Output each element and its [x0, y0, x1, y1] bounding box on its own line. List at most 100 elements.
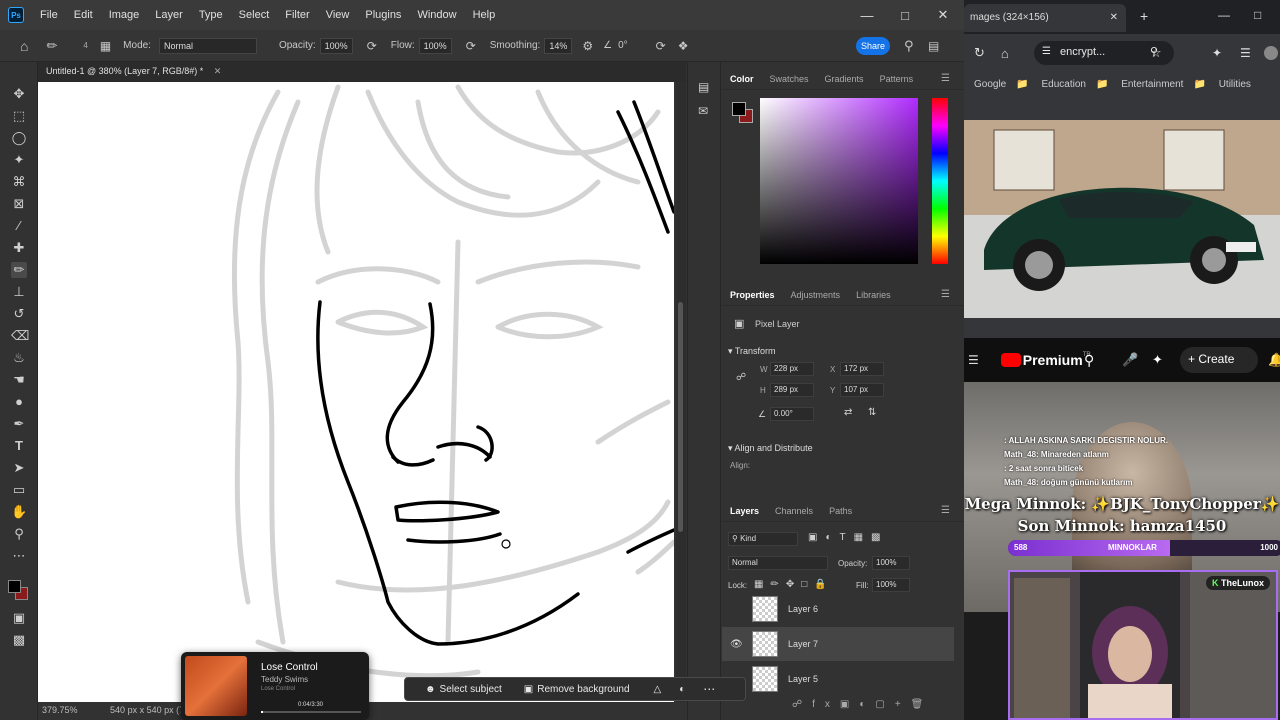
- pen-tool-icon[interactable]: ✒: [11, 416, 27, 432]
- tab-swatches[interactable]: Swatches: [762, 74, 817, 84]
- comments-panel-icon[interactable]: ✉: [698, 104, 708, 118]
- hand-tool-icon[interactable]: ✋: [11, 504, 27, 520]
- tab-gradients[interactable]: Gradients: [817, 74, 872, 84]
- bookmark-folder-utilities[interactable]: 📁 Utilities: [1193, 79, 1250, 90]
- transform-icon[interactable]: △: [654, 684, 662, 695]
- canvas-scrollbar-thumb[interactable]: [678, 302, 683, 532]
- pressure-size-icon[interactable]: ⟳: [656, 39, 666, 53]
- more-tools-icon[interactable]: ⋯: [11, 548, 27, 564]
- menu-window[interactable]: Window: [409, 9, 464, 21]
- layer-row-selected[interactable]: 👁 Layer 7: [722, 627, 954, 661]
- workspace-icon[interactable]: ▤: [928, 39, 939, 53]
- eraser-tool-icon[interactable]: ⌫: [11, 328, 29, 344]
- history-brush-tool-icon[interactable]: ↺: [11, 306, 27, 322]
- healing-brush-tool-icon[interactable]: ✚: [11, 240, 27, 256]
- bookmark-google[interactable]: Google: [974, 79, 1006, 90]
- smudge-tool-icon[interactable]: ☚: [11, 372, 27, 388]
- create-button[interactable]: + Create: [1180, 347, 1258, 373]
- select-subject-button[interactable]: Select subject: [440, 684, 502, 695]
- car-image[interactable]: [964, 120, 1280, 318]
- microphone-icon[interactable]: 🎤: [1122, 352, 1138, 368]
- smoothing-input[interactable]: 14%: [544, 37, 573, 54]
- zoom-level[interactable]: 379.75%: [42, 705, 78, 715]
- tab-libraries[interactable]: Libraries: [848, 290, 899, 300]
- layer-actions-bar[interactable]: ☍fx▣◐▢+🗑: [792, 699, 933, 710]
- browser-tab[interactable]: mages (324×156) ✕: [964, 4, 1126, 32]
- brush-panel-icon[interactable]: ▦: [100, 39, 111, 53]
- adjust-icon[interactable]: ◐: [679, 684, 685, 695]
- layer-opacity-input[interactable]: 100%: [872, 556, 910, 570]
- hamburger-icon[interactable]: ☰: [968, 353, 979, 367]
- gear-icon[interactable]: ⚙: [582, 39, 593, 53]
- minimize-icon[interactable]: —: [848, 0, 886, 30]
- minimize-icon[interactable]: —: [1218, 8, 1230, 22]
- reading-list-icon[interactable]: ☰: [1240, 46, 1251, 60]
- menu-filter[interactable]: Filter: [277, 9, 317, 21]
- tab-patterns[interactable]: Patterns: [872, 74, 922, 84]
- symmetry-icon[interactable]: ❖: [678, 39, 689, 53]
- layer-filter-icons[interactable]: ▣◐T▦▩: [808, 532, 889, 543]
- eyedropper-tool-icon[interactable]: ⁄: [11, 218, 27, 234]
- fill-input[interactable]: 100%: [872, 578, 910, 592]
- site-info-icon[interactable]: ☰: [1042, 46, 1051, 57]
- document-tab-close-icon[interactable]: ✕: [214, 66, 222, 76]
- search-icon[interactable]: ⚲: [904, 38, 914, 54]
- transform-section[interactable]: ▾ Transform: [728, 346, 776, 357]
- canvas-vertical-scrollbar[interactable]: [676, 82, 686, 702]
- angle-input[interactable]: 0°: [618, 40, 628, 51]
- foreground-color-swatch[interactable]: [8, 580, 21, 593]
- more-options-icon[interactable]: ⋯: [703, 682, 715, 696]
- canvas[interactable]: [38, 82, 674, 702]
- properties-menu-icon[interactable]: ☰: [933, 289, 958, 300]
- extensions-icon[interactable]: ✦: [1212, 46, 1222, 60]
- lock-icons[interactable]: ▦✏✥□🔒: [754, 579, 834, 590]
- screen-mode-icon[interactable]: ▩: [11, 632, 27, 648]
- track-progress[interactable]: [261, 711, 361, 713]
- flow-input[interactable]: 100%: [418, 37, 452, 54]
- color-fg-swatch[interactable]: [732, 102, 746, 116]
- youtube-logo-icon[interactable]: [1000, 353, 1021, 367]
- tab-adjustments[interactable]: Adjustments: [783, 290, 849, 300]
- document-tab[interactable]: Untitled-1 @ 380% (Layer 7, RGB/8#) * ✕: [38, 62, 686, 82]
- crop-tool-icon[interactable]: ⌘: [11, 174, 27, 190]
- opacity-input[interactable]: 100%: [319, 37, 353, 54]
- mode-select[interactable]: Normal: [158, 37, 257, 54]
- flip-horizontal-icon[interactable]: ⇄: [844, 407, 852, 418]
- x-input[interactable]: 172 px: [840, 362, 884, 376]
- menu-help[interactable]: Help: [465, 9, 504, 21]
- y-input[interactable]: 107 px: [840, 383, 884, 397]
- blend-mode-select[interactable]: Normal: [728, 556, 828, 570]
- zoom-tool-icon[interactable]: ⚲: [11, 526, 27, 542]
- color-picker-field[interactable]: [760, 98, 918, 264]
- tab-close-icon[interactable]: ✕: [1110, 12, 1118, 23]
- move-tool-icon[interactable]: ✥: [11, 86, 27, 102]
- reload-icon[interactable]: ↻: [974, 45, 985, 61]
- frame-tool-icon[interactable]: ⊠: [11, 196, 27, 212]
- path-select-tool-icon[interactable]: ➤: [11, 460, 27, 476]
- tab-channels[interactable]: Channels: [767, 506, 821, 516]
- menu-layer[interactable]: Layer: [147, 9, 191, 21]
- brush-tool-icon[interactable]: ✏: [11, 262, 27, 278]
- tab-properties[interactable]: Properties: [722, 290, 783, 300]
- maximize-icon[interactable]: □: [1254, 8, 1261, 22]
- maximize-icon[interactable]: □: [886, 0, 924, 30]
- bookmark-folder-education[interactable]: 📁 Education: [1016, 79, 1086, 90]
- align-section[interactable]: ▾ Align and Distribute: [728, 443, 813, 454]
- menu-select[interactable]: Select: [231, 9, 278, 21]
- avatar[interactable]: [1264, 46, 1278, 60]
- menu-plugins[interactable]: Plugins: [357, 9, 409, 21]
- layers-menu-icon[interactable]: ☰: [933, 505, 958, 516]
- home-icon[interactable]: ⌂: [20, 38, 28, 54]
- bookmark-star-icon[interactable]: ☆: [1150, 45, 1162, 61]
- link-dimensions-icon[interactable]: ☍: [736, 372, 746, 383]
- lasso-tool-icon[interactable]: ◯: [11, 130, 27, 146]
- history-panel-icon[interactable]: ▤: [698, 80, 709, 94]
- quick-select-tool-icon[interactable]: ✦: [11, 152, 27, 168]
- airbrush-icon[interactable]: ⟳: [466, 39, 476, 53]
- type-tool-icon[interactable]: T: [11, 438, 27, 454]
- tab-color[interactable]: Color: [722, 74, 762, 84]
- brush-preset-icon[interactable]: ✏: [46, 38, 57, 54]
- eye-icon[interactable]: 👁: [730, 639, 743, 650]
- clone-stamp-tool-icon[interactable]: ⊥: [11, 284, 27, 300]
- dodge-tool-icon[interactable]: ●: [11, 394, 27, 410]
